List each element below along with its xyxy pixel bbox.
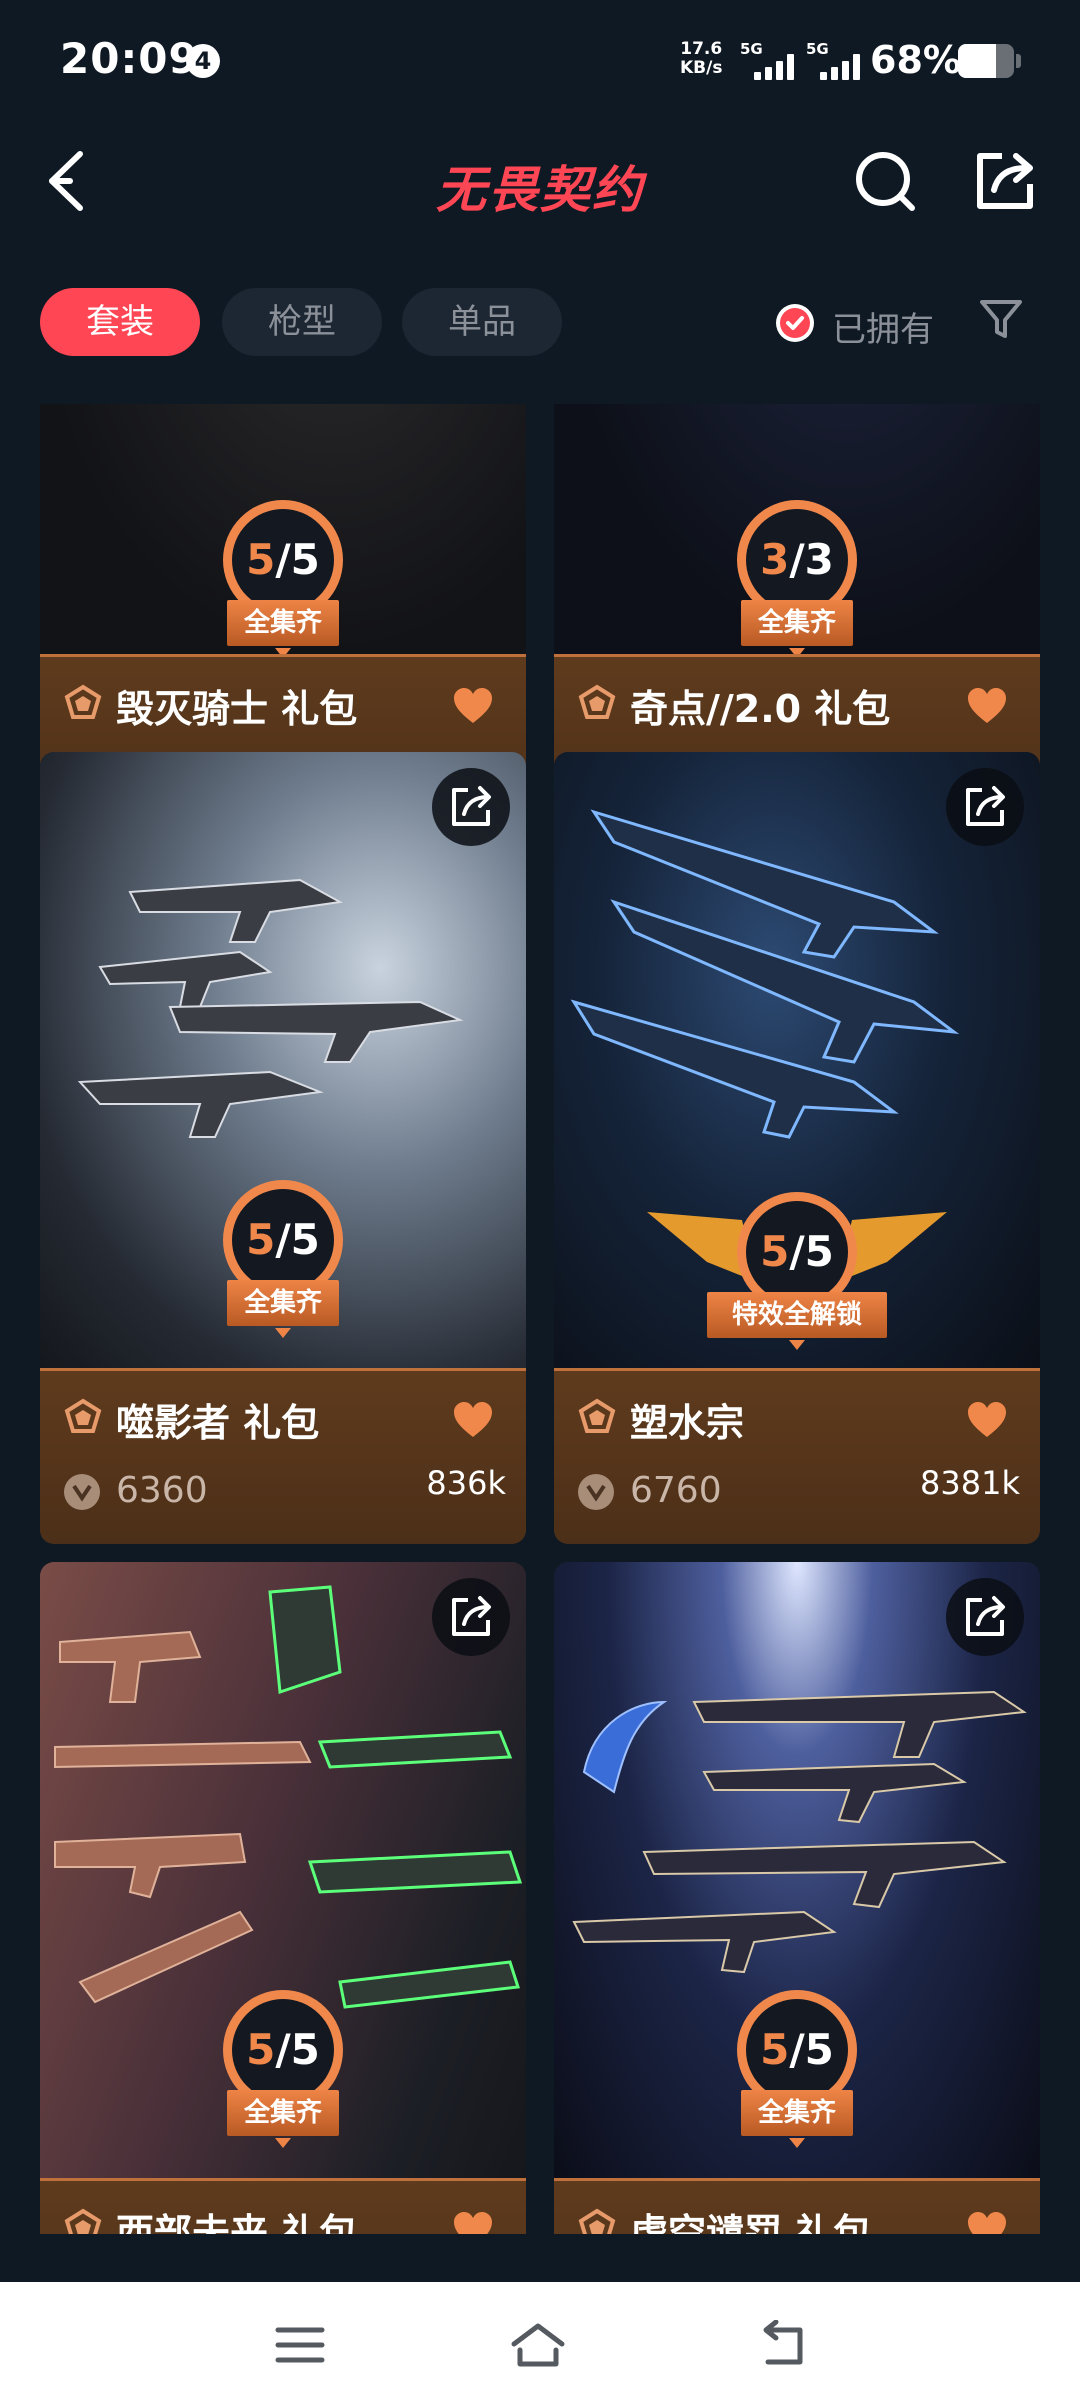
vp-currency-icon [578, 1474, 614, 1510]
bundle-card[interactable]: 5/5 全集齐 虚空谴罚 礼包 [554, 1562, 1040, 2234]
progress-count: 5/5 [232, 1189, 334, 1291]
bundle-name: 毁灭骑士 礼包 [116, 687, 358, 731]
progress-label: 全集齐 [227, 600, 339, 646]
tab-suits[interactable]: 套装 [40, 288, 200, 356]
vp-currency-icon [64, 1474, 100, 1510]
bundle-card[interactable]: 5/5 全集齐 西部未来 礼包 [40, 1562, 526, 2234]
bundle-info: 噬影者 礼包 6360 836k [40, 1368, 526, 1544]
progress-count: 5/5 [746, 1999, 848, 2101]
clock: 20:09 [60, 34, 199, 83]
like-count: 8381k [920, 1464, 1020, 1502]
progress-count: 3/3 [746, 509, 848, 611]
like-count: 836k [426, 1464, 506, 1502]
status-bar: 20:09 4 17.6 KB/s 5G 5G 68% [0, 0, 1080, 120]
bundle-info: 塑水宗 6760 8381k [554, 1368, 1040, 1544]
heart-icon[interactable] [452, 686, 494, 726]
heart-icon[interactable] [452, 2210, 494, 2234]
bundle-card[interactable]: 5/5 全集齐 噬影者 礼包 6360 836k [40, 752, 526, 1544]
system-nav-bar [0, 2282, 1080, 2408]
bundle-price: 6360 [116, 1470, 208, 1511]
heart-icon[interactable] [966, 1400, 1008, 1440]
share-icon[interactable] [432, 1578, 510, 1656]
battery-icon [958, 44, 1014, 78]
network-speed-value: 17.6 [680, 39, 723, 59]
progress-count: 5/5 [232, 509, 334, 611]
home-icon[interactable] [508, 2320, 568, 2370]
heart-icon[interactable] [452, 1400, 494, 1440]
progress-count: 5/5 [746, 1201, 848, 1303]
bundle-price: 6760 [630, 1470, 722, 1511]
bundle-info: 西部未来 礼包 [40, 2178, 526, 2234]
bundle-name: 虚空谴罚 礼包 [630, 2211, 872, 2234]
network-speed: 17.6 KB/s [680, 40, 722, 78]
back-icon[interactable] [752, 2319, 812, 2370]
progress-label: 全集齐 [741, 2090, 853, 2136]
bundle-name: 西部未来 礼包 [116, 2211, 358, 2234]
checkbox-checked-icon[interactable] [776, 304, 814, 342]
share-icon[interactable] [432, 768, 510, 846]
tier-icon [64, 1398, 102, 1433]
bundle-card[interactable]: 5/5 特效全解锁 塑水宗 6760 8381k [554, 752, 1040, 1544]
share-icon[interactable] [946, 768, 1024, 846]
progress-label: 全集齐 [227, 1280, 339, 1326]
progress-label: 特效全解锁 [707, 1292, 887, 1338]
notification-count-badge: 4 [186, 44, 220, 78]
heart-icon[interactable] [966, 686, 1008, 726]
progress-count: 5/5 [232, 1999, 334, 2101]
progress-label: 全集齐 [227, 2090, 339, 2136]
bundle-grid: 5/5 全集齐 毁灭骑士 礼包 6360 520k 3/3 全集齐 [0, 404, 1080, 2234]
menu-icon[interactable] [270, 2320, 330, 2370]
bundle-info: 虚空谴罚 礼包 [554, 2178, 1040, 2234]
network-speed-unit: KB/s [680, 58, 723, 78]
tier-icon [64, 2208, 102, 2234]
share-icon[interactable] [946, 1578, 1024, 1656]
app-header: 无畏契约 [0, 120, 1080, 240]
tier-icon [64, 684, 102, 719]
bundle-name: 奇点//2.0 礼包 [630, 687, 891, 731]
tab-gun-types[interactable]: 枪型 [222, 288, 382, 356]
owned-label: 已拥有 [832, 310, 934, 350]
heart-icon[interactable] [966, 2210, 1008, 2234]
bundle-name: 塑水宗 [630, 1401, 745, 1445]
battery-percent: 68% [870, 38, 961, 82]
tier-icon [578, 684, 616, 719]
progress-label: 全集齐 [741, 600, 853, 646]
bundle-name: 噬影者 礼包 [116, 1401, 320, 1445]
search-icon[interactable] [850, 146, 920, 216]
filter-icon[interactable] [978, 296, 1024, 342]
tier-icon [578, 2208, 616, 2234]
battery-tip [1016, 54, 1021, 68]
tab-singles[interactable]: 单品 [402, 288, 562, 356]
tier-icon [578, 1398, 616, 1433]
share-icon[interactable] [970, 146, 1040, 216]
